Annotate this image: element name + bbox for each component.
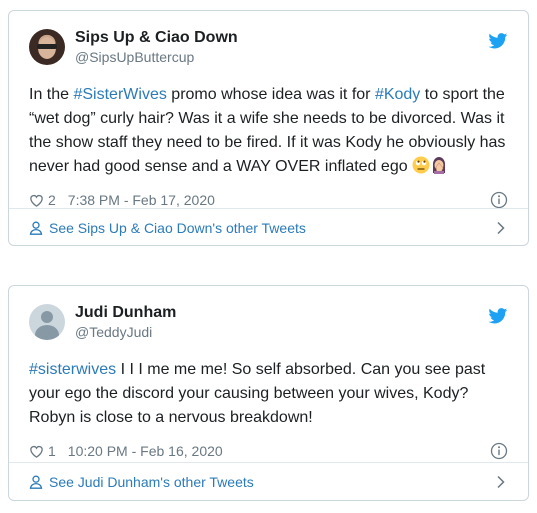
tweet-timestamp[interactable]: 10:20 PM - Feb 16, 2020	[68, 443, 223, 459]
tweet-text: #sisterwives I I I me me me! So self abs…	[29, 361, 486, 426]
see-other-tweets-label[interactable]: See Judi Dunham's other Tweets	[49, 474, 254, 490]
tweet-header: Judi Dunham @TeddyJudi	[29, 303, 508, 345]
twitter-bird-icon[interactable]	[488, 308, 508, 324]
tweet-text: In the #SisterWives promo whose idea was…	[29, 86, 506, 175]
chevron-right-icon[interactable]	[496, 475, 506, 489]
twitter-bird-icon[interactable]	[488, 33, 508, 49]
display-name[interactable]: Sips Up & Ciao Down	[75, 28, 238, 48]
face-with-rolling-eyes-emoji	[412, 156, 430, 174]
hashtag-link[interactable]: #SisterWives	[73, 86, 166, 103]
tweet-meta: 1 10:20 PM - Feb 16, 2020	[29, 441, 508, 461]
display-name[interactable]: Judi Dunham	[75, 303, 176, 323]
tweet-header: Sips Up & Ciao Down @SipsUpButtercup	[29, 28, 508, 70]
like-count[interactable]: 2	[48, 192, 56, 208]
person-icon	[29, 475, 43, 489]
person-icon	[29, 221, 43, 235]
info-icon[interactable]	[490, 191, 508, 209]
heart-icon[interactable]	[29, 444, 44, 459]
tweet-meta: 2 7:38 PM - Feb 17, 2020	[29, 190, 508, 210]
hashtag-link[interactable]: #sisterwives	[29, 361, 116, 378]
tweet-card: Judi Dunham @TeddyJudi #sisterwives I I …	[8, 285, 529, 501]
avatar[interactable]	[29, 304, 65, 340]
info-icon[interactable]	[490, 442, 508, 460]
woman-facepalming-emoji	[433, 157, 446, 174]
like-count[interactable]: 1	[48, 443, 56, 459]
see-other-tweets-link[interactable]: See Sips Up & Ciao Down's other Tweets	[9, 209, 528, 245]
avatar[interactable]	[29, 29, 65, 65]
user-handle[interactable]: @SipsUpButtercup	[75, 48, 238, 66]
user-handle[interactable]: @TeddyJudi	[75, 323, 176, 341]
see-other-tweets-link[interactable]: See Judi Dunham's other Tweets	[9, 463, 528, 500]
see-other-tweets-label[interactable]: See Sips Up & Ciao Down's other Tweets	[49, 220, 306, 236]
tweet-timestamp[interactable]: 7:38 PM - Feb 17, 2020	[68, 192, 215, 208]
heart-icon[interactable]	[29, 193, 44, 208]
hashtag-link[interactable]: #Kody	[375, 86, 420, 103]
chevron-right-icon[interactable]	[496, 221, 506, 235]
tweet-card: Sips Up & Ciao Down @SipsUpButtercup In …	[8, 10, 529, 246]
